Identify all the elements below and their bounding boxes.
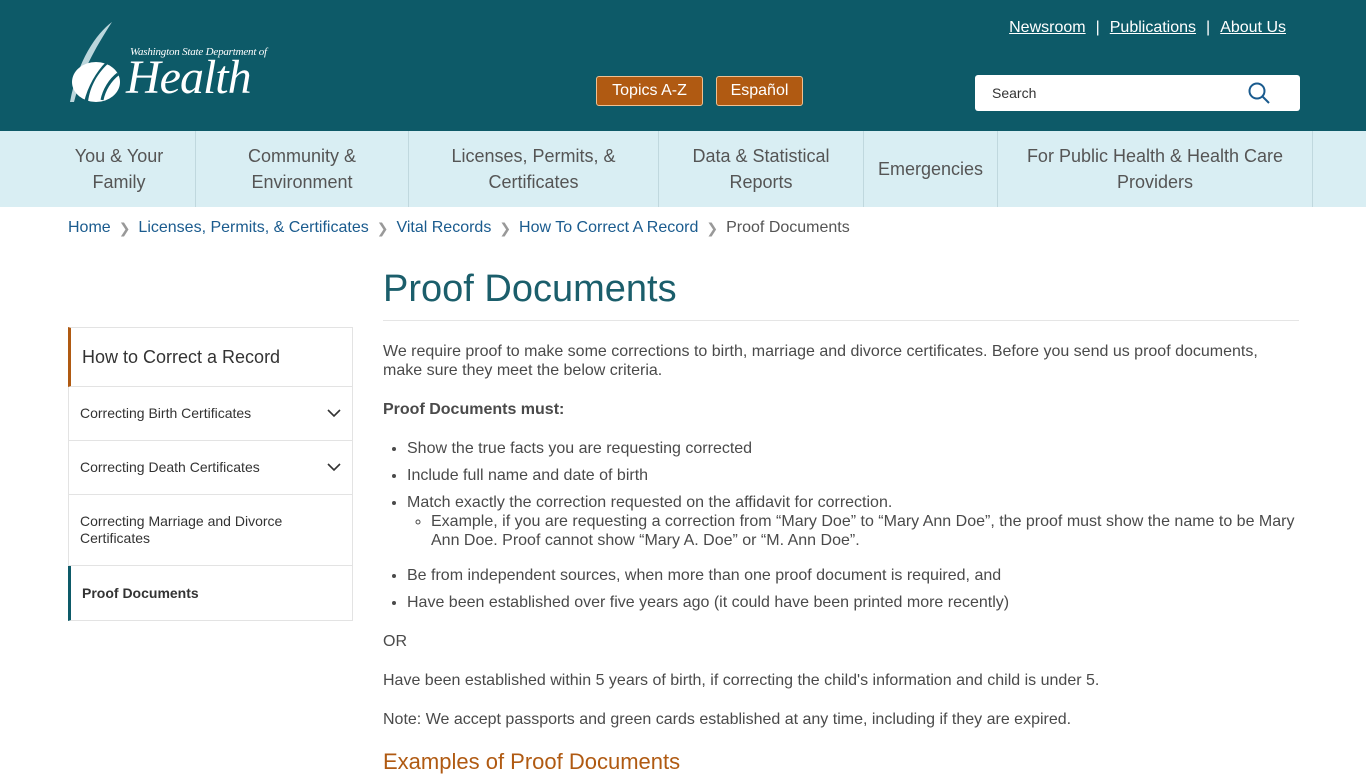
doh-logo[interactable]: Washington State Department of Health [66, 20, 267, 106]
sidebar-item-death[interactable]: Correcting Death Certificates [68, 441, 353, 495]
nav-public-health-providers[interactable]: For Public Health & Health Care Provider… [998, 131, 1313, 207]
breadcrumb-home[interactable]: Home [68, 219, 111, 237]
link-separator: | [1095, 19, 1100, 36]
site-header: Washington State Department of Health Ne… [0, 0, 1366, 131]
logo-big-text: Health [126, 51, 252, 104]
utility-links: Newsroom | Publications | About Us [1009, 19, 1286, 37]
espanol-button[interactable]: Español [716, 76, 803, 106]
chevron-right-icon: ❯ [118, 219, 131, 236]
sidebar-item-label: Correcting Marriage and Divorce Certific… [80, 513, 283, 546]
must-heading: Proof Documents must: [383, 401, 565, 418]
sidebar-item-label: Proof Documents [82, 584, 199, 601]
nav-you-and-your-family[interactable]: You & Your Family [43, 131, 196, 207]
list-item-text: Match exactly the correction requested o… [407, 494, 893, 511]
requirements-list: Show the true facts you are requesting c… [383, 439, 1299, 612]
topics-az-button[interactable]: Topics A-Z [596, 76, 703, 106]
nav-community-environment[interactable]: Community & Environment [196, 131, 409, 207]
sidebar-item-label: Correcting Death Certificates [80, 459, 260, 475]
chevron-down-icon[interactable] [327, 409, 341, 418]
breadcrumb-current: Proof Documents [726, 219, 850, 236]
main-content: Proof Documents We require proof to make… [383, 266, 1299, 775]
link-separator: | [1206, 19, 1211, 36]
list-item: Match exactly the correction requested o… [407, 493, 1299, 550]
section-sidebar: How to Correct a Record Correcting Birth… [68, 327, 353, 621]
publications-link[interactable]: Publications [1110, 19, 1196, 37]
sub-list: Example, if you are requesting a correct… [407, 512, 1299, 550]
sidebar-item-proof-documents[interactable]: Proof Documents [68, 566, 353, 621]
list-item: Have been established over five years ag… [407, 593, 1299, 612]
nav-emergencies[interactable]: Emergencies [864, 131, 998, 207]
list-item: Be from independent sources, when more t… [407, 566, 1299, 585]
title-divider [383, 320, 1299, 321]
page-title: Proof Documents [383, 268, 677, 310]
newsroom-link[interactable]: Newsroom [1009, 19, 1085, 37]
note-paragraph: Note: We accept passports and green card… [383, 711, 1072, 728]
examples-heading: Examples of Proof Documents [383, 749, 681, 774]
sidebar-heading[interactable]: How to Correct a Record [68, 327, 353, 387]
about-us-link[interactable]: About Us [1220, 19, 1286, 37]
search-box [975, 75, 1300, 111]
list-item: Show the true facts you are requesting c… [407, 439, 1299, 458]
sidebar-item-label: Correcting Birth Certificates [80, 405, 252, 421]
sidebar-item-marriage-divorce[interactable]: Correcting Marriage and Divorce Certific… [68, 495, 353, 566]
chevron-right-icon: ❯ [499, 219, 512, 236]
main-nav: You & Your Family Community & Environmen… [0, 131, 1366, 207]
nav-data-statistical-reports[interactable]: Data & Statistical Reports [659, 131, 864, 207]
breadcrumb: Home ❯ Licenses, Permits, & Certificates… [68, 219, 850, 237]
breadcrumb-licenses[interactable]: Licenses, Permits, & Certificates [138, 219, 368, 237]
search-input[interactable] [992, 85, 1242, 101]
chevron-right-icon: ❯ [376, 219, 389, 236]
list-item: Include full name and date of birth [407, 466, 1299, 485]
search-icon[interactable] [1248, 82, 1270, 109]
intro-paragraph: We require proof to make some correction… [383, 343, 1258, 379]
sidebar-item-birth[interactable]: Correcting Birth Certificates [68, 387, 353, 441]
breadcrumb-vital-records[interactable]: Vital Records [396, 219, 491, 237]
breadcrumb-how-to-correct[interactable]: How To Correct A Record [519, 219, 698, 237]
within-paragraph: Have been established within 5 years of … [383, 672, 1100, 689]
nav-licenses-permits[interactable]: Licenses, Permits, & Certificates [409, 131, 659, 207]
sub-list-item: Example, if you are requesting a correct… [431, 512, 1299, 550]
chevron-right-icon: ❯ [706, 219, 719, 236]
chevron-down-icon[interactable] [327, 463, 341, 472]
or-text: OR [383, 633, 407, 650]
